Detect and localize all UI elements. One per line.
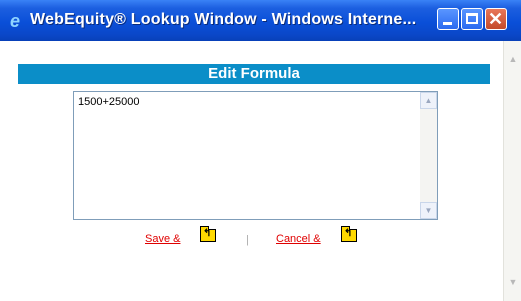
folder-up-icon[interactable]: ↰ (341, 226, 357, 242)
page-scrollbar[interactable]: ▲ ▼ (503, 41, 521, 301)
form-header-bar: Edit Formula (18, 64, 490, 84)
formula-textarea[interactable]: 1500+25000 ▲ ▼ (73, 91, 438, 220)
page-content: Edit Formula 1500+25000 ▲ ▼ Save & ↰ | C… (4, 41, 503, 301)
textarea-scroll-down-button[interactable]: ▼ (420, 202, 437, 219)
save-link[interactable]: Save & (145, 233, 180, 245)
lookup-window: e WebEquity® Lookup Window - Windows Int… (0, 0, 521, 301)
page-scroll-up-button[interactable]: ▲ (505, 51, 521, 67)
textarea-scrollbar[interactable]: ▲ ▼ (420, 92, 437, 219)
form-header-title: Edit Formula (208, 65, 300, 82)
close-button[interactable]: ✕ (485, 8, 507, 30)
cancel-link[interactable]: Cancel & (276, 233, 321, 245)
minimize-icon (443, 22, 452, 25)
formula-value: 1500+25000 (78, 96, 140, 108)
textarea-scroll-up-button[interactable]: ▲ (420, 92, 437, 109)
action-separator: | (246, 234, 249, 246)
window-title: WebEquity® Lookup Window - Windows Inter… (30, 11, 417, 28)
ie-icon: e (9, 11, 20, 31)
page-scroll-down-button[interactable]: ▼ (505, 274, 521, 290)
title-bar[interactable]: e WebEquity® Lookup Window - Windows Int… (0, 0, 521, 41)
maximize-icon (466, 13, 478, 24)
folder-up-icon[interactable]: ↰ (200, 226, 216, 242)
maximize-button[interactable] (461, 8, 483, 30)
close-icon: ✕ (488, 9, 504, 29)
minimize-button[interactable] (437, 8, 459, 30)
action-row: Save & ↰ | Cancel & ↰ (4, 226, 503, 249)
